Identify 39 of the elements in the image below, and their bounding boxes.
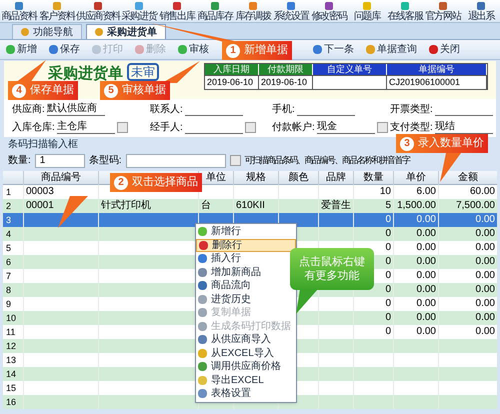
field-label: 供应商:	[12, 102, 45, 116]
row-number: 15	[5, 382, 18, 395]
row-number: 6	[5, 256, 12, 269]
column-header: 付款期限	[259, 64, 313, 75]
row-number: 7	[5, 270, 12, 283]
field-label: 入库仓库:	[12, 120, 55, 134]
row-number: 14	[5, 368, 18, 381]
column-header: 自定义单号	[313, 64, 387, 75]
row-number: 10	[5, 312, 18, 325]
row-number: 5	[5, 242, 12, 255]
callout-label: 1 新增单据	[222, 41, 292, 60]
row-number: 4	[5, 228, 12, 241]
callout-label: 2 双击选择商品	[110, 173, 202, 192]
callout-label: 3 录入数量单价	[396, 134, 488, 153]
row-number: 12	[5, 340, 18, 353]
field-label: 开票类型:	[390, 102, 433, 116]
row-number: 16	[5, 396, 18, 409]
hint-text: 可扫描商品条码、商品编号、商品名称和拼音首字	[244, 154, 410, 167]
column-header: 入库日期	[205, 64, 259, 75]
field-label: 手机:	[272, 102, 295, 116]
section-title: 条码扫描输入框	[8, 139, 78, 151]
tip-bubble: 点击鼠标右键 有更多功能	[290, 248, 374, 290]
field-label: 支付类型:	[390, 120, 433, 134]
field-label: 数量:	[8, 154, 31, 168]
field-label: 条型码:	[88, 154, 122, 168]
row-number: 2	[5, 200, 12, 213]
callout-label: 4 保存单据	[8, 81, 78, 100]
column-header: 单据编号	[387, 64, 487, 75]
field-label: 付款帐户:	[272, 120, 315, 134]
row-number: 13	[5, 354, 18, 367]
document-title: 采购进货单	[48, 64, 123, 84]
field-label: 联系人:	[150, 102, 183, 116]
row-number: 11	[5, 326, 16, 339]
field-label: 经手人:	[150, 120, 183, 134]
row-number: 9	[5, 298, 12, 311]
callout-label: 5 审核单据	[100, 81, 170, 100]
row-number: 1	[5, 186, 12, 199]
row-number: 8	[5, 284, 12, 297]
row-number: 3	[5, 214, 12, 227]
